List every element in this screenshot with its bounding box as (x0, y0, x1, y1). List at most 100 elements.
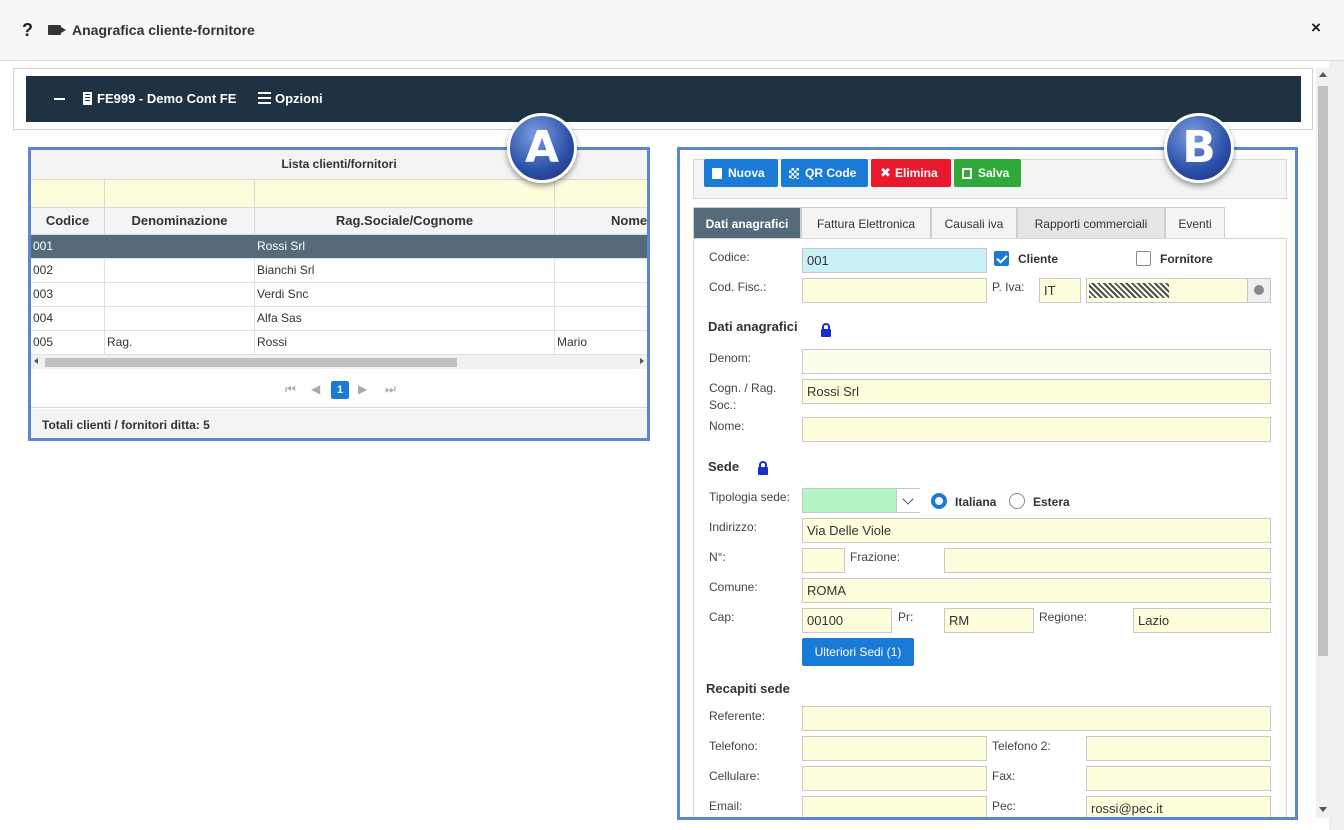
table-row[interactable]: 003 Verdi Snc (31, 283, 647, 307)
cell-denominazione (105, 235, 255, 258)
tab-rapporti-commerciali[interactable]: Rapporti commerciali (1017, 207, 1165, 238)
column-header[interactable]: Codice (31, 208, 105, 234)
tab-eventi[interactable]: Eventi (1165, 207, 1225, 238)
cell-codice: 003 (31, 283, 105, 306)
cogn-label-2: Soc.: (709, 398, 737, 412)
italiana-label: Italiana (955, 495, 997, 509)
filter-nome[interactable] (555, 180, 647, 207)
horizontal-scrollbar[interactable] (31, 355, 647, 369)
indirizzo-field[interactable]: Via Delle Viole (802, 518, 1271, 543)
filter-denominazione[interactable] (105, 180, 255, 207)
regione-field[interactable]: Lazio (1133, 608, 1271, 633)
codice-field[interactable]: 001 (802, 248, 987, 273)
numero-field[interactable] (802, 548, 845, 573)
company-name[interactable]: FE999 - Demo Cont FE (97, 91, 236, 106)
frazione-label: Frazione: (850, 550, 901, 564)
first-page-icon[interactable]: ⏮ (285, 382, 296, 397)
scrollbar-thumb[interactable] (1318, 86, 1328, 656)
referente-label: Referente: (709, 709, 766, 723)
estera-label: Estera (1033, 495, 1070, 509)
tab-dati-anagrafici[interactable]: Dati anagrafici (693, 207, 801, 238)
prev-page-icon[interactable]: ◀ (311, 382, 320, 396)
form-tabs: Dati anagrafici Fattura Elettronica Caus… (693, 207, 1293, 238)
scroll-right-icon[interactable] (640, 358, 644, 364)
fax-field[interactable] (1086, 766, 1271, 791)
scroll-left-icon[interactable] (34, 358, 38, 364)
company-navbar: FE999 - Demo Cont FE Opzioni (26, 76, 1301, 122)
nome-field[interactable] (802, 417, 1271, 442)
frazione-field[interactable] (944, 548, 1271, 573)
qrcode-button[interactable]: QR Code (781, 159, 868, 187)
filter-ragsociale[interactable] (255, 180, 555, 207)
comune-label: Comune: (709, 580, 758, 594)
floppy-icon (962, 168, 972, 179)
telefono2-field[interactable] (1086, 736, 1271, 761)
email-field[interactable] (802, 796, 987, 817)
scrollbar-thumb[interactable] (45, 358, 457, 367)
referente-field[interactable] (802, 706, 1271, 731)
column-header[interactable]: Rag.Sociale/Cognome (255, 208, 555, 234)
cliente-label: Cliente (1018, 252, 1059, 266)
codfisc-label: Cod. Fisc.: (709, 280, 767, 294)
denom-label: Denom: (709, 351, 752, 365)
table-row[interactable]: 005 Rag. Rossi Mario (31, 331, 647, 355)
scroll-down-icon[interactable] (1319, 807, 1327, 812)
comune-field[interactable]: ROMA (802, 578, 1271, 603)
column-header[interactable]: Denominazione (105, 208, 255, 234)
customer-list-panel: Lista clienti/fornitori Codice Denominaz… (28, 147, 650, 441)
cliente-checkbox[interactable] (994, 251, 1009, 266)
sliders-icon[interactable] (258, 92, 271, 104)
video-icon[interactable] (48, 25, 61, 35)
italiana-radio[interactable] (931, 493, 947, 509)
codfisc-field[interactable] (802, 278, 987, 303)
cell-denominazione (105, 307, 255, 330)
tab-causali-iva[interactable]: Causali iva (931, 207, 1017, 238)
vertical-scrollbar[interactable] (1316, 68, 1330, 818)
cell-nome: Mario (555, 331, 647, 354)
scroll-up-icon[interactable] (1319, 72, 1327, 77)
help-icon[interactable]: ? (22, 20, 33, 41)
cell-denominazione: Rag. (105, 331, 255, 354)
tipologia-select[interactable] (802, 488, 921, 513)
pr-field[interactable]: RM (944, 608, 1034, 633)
building-icon (83, 92, 92, 105)
tab-fattura-elettronica[interactable]: Fattura Elettronica (801, 207, 931, 238)
last-page-icon[interactable]: ⏭ (385, 382, 396, 397)
delete-button[interactable]: ✖ Elimina (871, 159, 951, 187)
qrcode-icon (789, 168, 799, 179)
cell-ragsociale: Alfa Sas (255, 307, 555, 330)
chevron-down-icon[interactable] (896, 489, 921, 512)
estera-radio[interactable] (1009, 493, 1025, 509)
cell-ragsociale: Verdi Snc (255, 283, 555, 306)
filter-codice[interactable] (31, 180, 105, 207)
nome-label: Nome: (709, 419, 745, 433)
globe-icon[interactable] (1247, 279, 1270, 302)
next-page-icon[interactable]: ▶ (358, 382, 367, 396)
save-button[interactable]: Salva (954, 159, 1021, 187)
table-row[interactable]: 001 Rossi Srl (31, 235, 647, 259)
pec-field[interactable]: rossi@pec.it (1086, 796, 1271, 817)
cap-field[interactable]: 00100 (802, 608, 892, 633)
ulteriori-sedi-button[interactable]: Ulteriori Sedi (1) (802, 638, 914, 666)
cellulare-label: Cellulare: (709, 769, 760, 783)
cogn-field[interactable]: Rossi Srl (802, 379, 1271, 404)
collapse-icon[interactable] (54, 98, 65, 100)
cell-codice: 002 (31, 259, 105, 282)
cell-codice: 001 (31, 235, 105, 258)
options-menu[interactable]: Opzioni (275, 91, 323, 106)
fornitore-checkbox[interactable] (1136, 251, 1151, 266)
current-page[interactable]: 1 (331, 381, 349, 399)
cellulare-field[interactable] (802, 766, 987, 791)
table-row[interactable]: 002 Bianchi Srl (31, 259, 647, 283)
column-header[interactable]: Nome (555, 208, 647, 234)
lock-icon[interactable] (821, 323, 831, 337)
lock-icon[interactable] (758, 461, 768, 475)
piva-country-field[interactable]: IT (1039, 278, 1081, 303)
telefono-field[interactable] (802, 736, 987, 761)
piva-field[interactable] (1086, 278, 1271, 303)
table-row[interactable]: 004 Alfa Sas (31, 307, 647, 331)
close-icon[interactable]: × (1311, 18, 1321, 38)
denom-field[interactable] (802, 349, 1271, 374)
pec-label: Pec: (992, 799, 1017, 813)
new-button[interactable]: Nuova (704, 159, 778, 187)
